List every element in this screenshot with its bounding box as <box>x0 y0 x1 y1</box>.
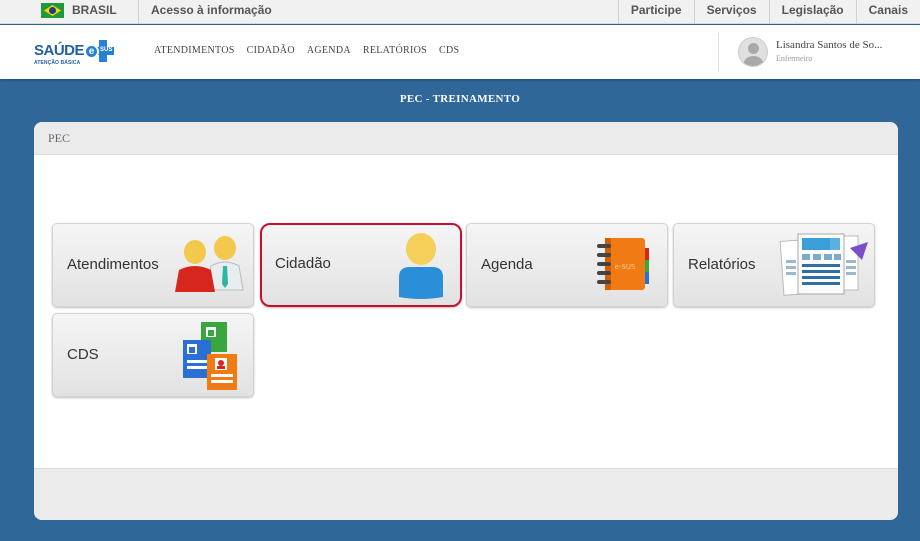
notebook-text: e-SUS <box>615 263 636 271</box>
people-icon <box>175 236 244 292</box>
gov-access-link[interactable]: Acesso à informação <box>151 3 272 17</box>
nav-cds[interactable]: CDS <box>439 45 459 56</box>
module-panel: PEC Atendimentos Cidadão Agenda e-SUS Re… <box>34 122 898 520</box>
nav-relatorios[interactable]: RELATÓRIOS <box>363 45 427 56</box>
tile-cidadao[interactable]: Cidadão <box>260 223 462 307</box>
tile-label: Agenda <box>481 256 533 273</box>
logo-badge: e <box>84 44 99 59</box>
person-icon <box>399 233 443 299</box>
tile-relatorios[interactable]: Relatórios <box>673 223 875 307</box>
user-name: Lisandra Santos de So... <box>776 39 883 51</box>
reports-icon <box>779 233 868 296</box>
divider <box>138 0 139 24</box>
tile-atendimentos[interactable]: Atendimentos <box>52 223 254 307</box>
gov-link-canais[interactable]: Canais <box>855 0 920 24</box>
gov-bar: BRASIL Acesso à informação Participe Ser… <box>0 0 920 24</box>
logo-badge-sub: SUS <box>100 47 113 53</box>
tile-label: Relatórios <box>688 256 756 273</box>
main-nav: ATENDIMENTOS CIDADÃO AGENDA RELATÓRIOS C… <box>154 45 459 56</box>
user-menu[interactable]: Lisandra Santos de So... Enfermeiro <box>718 33 920 71</box>
user-role: Enfermeiro <box>776 54 813 63</box>
tile-label: Atendimentos <box>67 256 159 273</box>
gov-nav: Participe Serviços Legislação Canais <box>617 0 920 24</box>
brazil-flag-icon <box>41 3 64 18</box>
nav-cidadao[interactable]: CIDADÃO <box>247 45 295 56</box>
logo-subtitle: ATENÇÃO BÁSICA <box>34 60 81 66</box>
nav-atendimentos[interactable]: ATENDIMENTOS <box>154 45 235 56</box>
panel-footer <box>34 468 898 520</box>
saude-esus-logo[interactable]: SAÚDE e SUS ATENÇÃO BÁSICA <box>34 39 118 69</box>
tile-label: Cidadão <box>275 255 331 272</box>
gov-country-link[interactable]: BRASIL <box>72 3 117 17</box>
notebook-icon: e-SUS <box>597 238 649 290</box>
gov-link-servicos[interactable]: Serviços <box>693 0 769 24</box>
nav-agenda[interactable]: AGENDA <box>307 45 351 56</box>
avatar <box>738 37 768 67</box>
gov-link-participe[interactable]: Participe <box>617 0 694 24</box>
tile-cds[interactable]: CDS <box>52 313 254 397</box>
tile-label: CDS <box>67 346 99 363</box>
page-title: PEC - TREINAMENTO <box>399 93 521 105</box>
logo-word: SAÚDE <box>34 42 85 59</box>
panel-title: PEC <box>34 122 898 155</box>
tile-agenda[interactable]: Agenda e-SUS <box>466 223 668 307</box>
forms-icon <box>183 322 237 390</box>
app-header: SAÚDE e SUS ATENÇÃO BÁSICA ATENDIMENTOS … <box>0 25 920 79</box>
gov-link-legislacao[interactable]: Legislação <box>768 0 856 24</box>
